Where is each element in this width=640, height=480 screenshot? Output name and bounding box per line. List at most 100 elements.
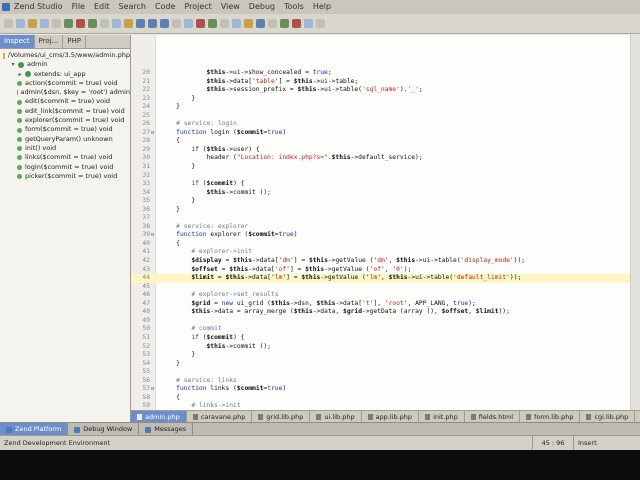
tree-expand-icon[interactable]: ▸ <box>17 70 23 79</box>
toolbar-button-icon[interactable] <box>232 19 241 28</box>
code-line[interactable]: 21 $this->data['table'] = $this->ui->tab… <box>131 78 631 87</box>
toolbar-button-icon[interactable] <box>100 19 109 28</box>
fold-toggle-icon[interactable]: ⊟ <box>151 129 154 138</box>
code-line[interactable]: 49 <box>131 317 631 326</box>
toolbar-button-icon[interactable] <box>64 19 73 28</box>
code-line[interactable]: 32 <box>131 172 631 181</box>
code-lines[interactable]: 20 $this->ui->show_concealed = true; 21 $… <box>131 69 631 410</box>
code-line[interactable]: 54 } <box>131 360 631 369</box>
toolbar-button-icon[interactable] <box>4 19 13 28</box>
tree-item[interactable]: /Volumes/ui_cms/3.5/www/admin.php <box>0 51 130 60</box>
tree-item[interactable]: admin($dsn, $key = 'root') admin <box>0 88 130 97</box>
editor-vertical-scrollbar[interactable] <box>630 35 640 410</box>
code-line[interactable]: 51 if ($commit) { <box>131 334 631 343</box>
tree-item[interactable]: links($commit = true) void <box>0 153 130 162</box>
code-line[interactable]: 20 $this->ui->show_concealed = true; <box>131 69 631 78</box>
toolbar-button-icon[interactable] <box>40 19 49 28</box>
code-line[interactable]: 39 ⊟ function explorer ($commit=true) <box>131 231 631 240</box>
code-line[interactable]: 25 <box>131 112 631 121</box>
code-line[interactable]: 58 { <box>131 394 631 403</box>
code-line[interactable]: 45 <box>131 283 631 292</box>
menu-item-project[interactable]: Project <box>184 0 211 14</box>
toolbar-button-icon[interactable] <box>172 19 181 28</box>
code-line[interactable]: 36 } <box>131 206 631 215</box>
tree-item[interactable]: action($commit = true) void <box>0 79 130 88</box>
menu-item-tools[interactable]: Tools <box>284 0 304 14</box>
toolbar-button-icon[interactable] <box>124 19 133 28</box>
code-line[interactable]: 55 <box>131 368 631 377</box>
code-line[interactable]: 23 } <box>131 95 631 104</box>
toolbar-button-icon[interactable] <box>316 19 325 28</box>
toolbar-button-icon[interactable] <box>196 19 205 28</box>
toolbar-button-icon[interactable] <box>136 19 145 28</box>
code-line[interactable]: 48 $this->data = array_merge ($this->dat… <box>131 308 631 317</box>
code-line[interactable]: 33 if ($commit) { <box>131 180 631 189</box>
toolbar-button-icon[interactable] <box>244 19 253 28</box>
toolbar-button-icon[interactable] <box>88 19 97 28</box>
code-line[interactable]: 52 $this->commit (); <box>131 343 631 352</box>
toolbar-button-icon[interactable] <box>160 19 169 28</box>
fold-toggle-icon[interactable]: ⊟ <box>151 385 154 394</box>
tab-project[interactable]: Proj... <box>35 35 64 48</box>
code-line[interactable]: 46 # explorer->set_results <box>131 291 631 300</box>
tree-item[interactable]: picker($commit = true) void <box>0 172 130 181</box>
menu-item-file[interactable]: File <box>72 0 85 14</box>
insert-mode-indicator[interactable]: Insert <box>578 436 597 450</box>
code-line[interactable]: 42 $display = $this->data['dm'] = $this-… <box>131 257 631 266</box>
code-line[interactable]: 37 <box>131 214 631 223</box>
menu-item-search[interactable]: Search <box>118 0 145 14</box>
code-line[interactable]: 43 $offset = $this->data['of'] = $this->… <box>131 266 631 275</box>
code-line[interactable]: 34 $this->commit (); <box>131 189 631 198</box>
menu-item-debug[interactable]: Debug <box>249 0 275 14</box>
menu-item-help[interactable]: Help <box>313 0 331 14</box>
toolbar-button-icon[interactable] <box>292 19 301 28</box>
toolbar-button-icon[interactable] <box>280 19 289 28</box>
tree-item[interactable]: getQueryParam() unknown <box>0 135 130 144</box>
code-line[interactable]: 53 } <box>131 351 631 360</box>
current-line[interactable]: 44 $limit = $this->data['lm'] = $this->g… <box>131 274 631 283</box>
tree-item[interactable]: edit($commit = true) void <box>0 97 130 106</box>
toolbar-button-icon[interactable] <box>208 19 217 28</box>
code-line[interactable]: 59 # links->init <box>131 402 631 410</box>
menu-item-code[interactable]: Code <box>155 0 175 14</box>
menu-item[interactable]: Zend Studio <box>14 0 63 14</box>
code-line[interactable]: 22 $this->session_prefix = $this->ui->ta… <box>131 86 631 95</box>
toolbar-button-icon[interactable] <box>28 19 37 28</box>
tree-item[interactable]: ▸ extends: ui_app <box>0 70 130 79</box>
code-line[interactable]: 40 { <box>131 240 631 249</box>
toolbar-button-icon[interactable] <box>304 19 313 28</box>
tree-item[interactable]: edit_link($commit = true) void <box>0 107 130 116</box>
code-editor[interactable]: 20 $this->ui->show_concealed = true; 21 $… <box>131 35 640 410</box>
code-line[interactable]: 50 # commit <box>131 325 631 334</box>
code-line[interactable]: 24 } <box>131 103 631 112</box>
toolbar-button-icon[interactable] <box>220 19 229 28</box>
code-line[interactable]: 28 { <box>131 137 631 146</box>
toolbar-button-icon[interactable] <box>256 19 265 28</box>
tab-php[interactable]: PHP <box>63 35 86 48</box>
code-line[interactable]: 27 ⊟ function login ($commit=true) <box>131 129 631 138</box>
code-line[interactable]: 31 } <box>131 163 631 172</box>
tree-item[interactable]: explorer($commit = true) void <box>0 116 130 125</box>
code-line[interactable]: 30 header ("Location: index.php?s=".$thi… <box>131 154 631 163</box>
fold-toggle-icon[interactable]: ⊟ <box>151 231 154 240</box>
tree-expand-icon[interactable]: ▾ <box>10 60 16 69</box>
toolbar-button-icon[interactable] <box>112 19 121 28</box>
code-line[interactable]: 35 } <box>131 197 631 206</box>
code-line[interactable]: 56 # service: links <box>131 377 631 386</box>
tree-item[interactable]: ▾ admin <box>0 60 130 69</box>
code-line[interactable]: 41 # explorer->init <box>131 248 631 257</box>
tree-item[interactable]: login($commit = true) void <box>0 163 130 172</box>
toolbar-button-icon[interactable] <box>16 19 25 28</box>
toolbar-button-icon[interactable] <box>148 19 157 28</box>
menu-item-view[interactable]: View <box>221 0 240 14</box>
toolbar-button-icon[interactable] <box>52 19 61 28</box>
tab-inspect[interactable]: Inspect <box>0 35 35 48</box>
toolbar-button-icon[interactable] <box>184 19 193 28</box>
toolbar-button-icon[interactable] <box>268 19 277 28</box>
tree-item[interactable]: init() void <box>0 144 130 153</box>
menu-item-edit[interactable]: Edit <box>94 0 110 14</box>
toolbar-button-icon[interactable] <box>76 19 85 28</box>
code-line[interactable]: 57 ⊟ function links ($commit=true) <box>131 385 631 394</box>
tree-item[interactable]: form($commit = true) void <box>0 125 130 134</box>
code-line[interactable]: 26 # service: login <box>131 120 631 129</box>
